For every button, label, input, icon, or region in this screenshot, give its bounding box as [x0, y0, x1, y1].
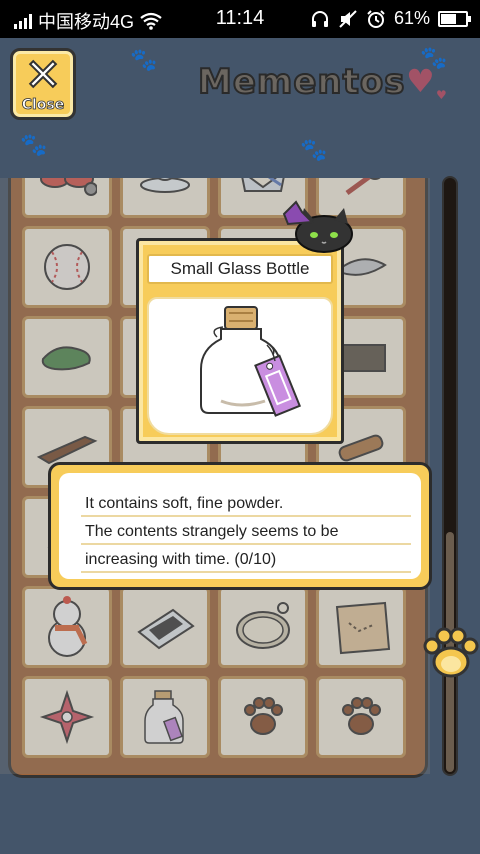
description-line-3: increasing with time. (0/10)	[81, 547, 411, 573]
glass-bottle-icon	[144, 690, 184, 744]
memento-slot[interactable]	[22, 676, 112, 758]
scrollbar-track[interactable]	[442, 176, 458, 776]
memento-slot[interactable]	[22, 316, 112, 398]
bow-icon	[40, 178, 97, 196]
scrollbar-paw-handle[interactable]	[422, 624, 480, 682]
memento-slot[interactable]	[316, 586, 406, 668]
memento-slot[interactable]	[22, 586, 112, 668]
shuriken-icon	[39, 689, 95, 745]
teacup-icon	[140, 178, 190, 193]
headphones-icon	[311, 10, 328, 27]
baseball-icon	[44, 244, 90, 290]
photo-frame-icon	[137, 608, 195, 650]
memento-slot[interactable]	[120, 586, 210, 668]
status-right: 61%	[310, 8, 471, 29]
memento-slot[interactable]	[120, 178, 210, 218]
small-heart-icon: ♥	[436, 88, 447, 102]
pocket-watch-icon	[236, 602, 290, 649]
paw-pattern-icon: 🐾	[130, 48, 158, 73]
memento-slot[interactable]	[218, 676, 308, 758]
glass-bottle-icon	[200, 306, 302, 417]
memento-slot[interactable]	[316, 676, 406, 758]
snowman-icon	[48, 596, 88, 657]
paw-icon	[244, 697, 283, 735]
paw-icon	[342, 697, 381, 735]
paw-handle-icon	[423, 627, 479, 678]
stone-icon	[41, 346, 91, 371]
memento-slot[interactable]	[120, 676, 210, 758]
page-title: Mementos	[197, 61, 406, 103]
heart-icon: ♥	[406, 62, 435, 100]
memento-slot[interactable]	[218, 586, 308, 668]
paw-pattern-icon: 🐾	[20, 133, 48, 158]
description-line-1: It contains soft, fine powder.	[81, 491, 411, 517]
close-button[interactable]: ✕ Close	[10, 48, 76, 120]
close-label: Close	[21, 97, 65, 114]
description-inner: It contains soft, fine powder. The conte…	[59, 473, 421, 579]
memento-slot[interactable]	[22, 178, 112, 218]
description-box: It contains soft, fine powder. The conte…	[48, 462, 432, 590]
treasure-map-icon	[335, 601, 391, 655]
alarm-icon	[367, 9, 385, 28]
battery-fill	[441, 13, 456, 24]
clothing-icon	[241, 178, 285, 192]
mute-icon	[339, 9, 357, 28]
battery-percent: 61%	[393, 8, 430, 28]
status-bar: 中国移动4G 11:14 61%	[0, 0, 480, 38]
memento-slot[interactable]	[22, 226, 112, 308]
item-detail-card: Small Glass Bottle	[136, 238, 344, 444]
paw-pattern-icon: 🐾	[300, 138, 328, 163]
battery-icon	[438, 10, 471, 27]
description-line-2: The contents strangely seems to be	[81, 519, 411, 545]
item-image-frame	[147, 297, 333, 435]
wood-piece-icon	[36, 435, 98, 465]
close-icon: ✕	[24, 50, 63, 102]
witch-cat-icon	[282, 200, 356, 256]
item-name: Small Glass Bottle	[147, 254, 333, 284]
key-icon	[345, 178, 381, 196]
